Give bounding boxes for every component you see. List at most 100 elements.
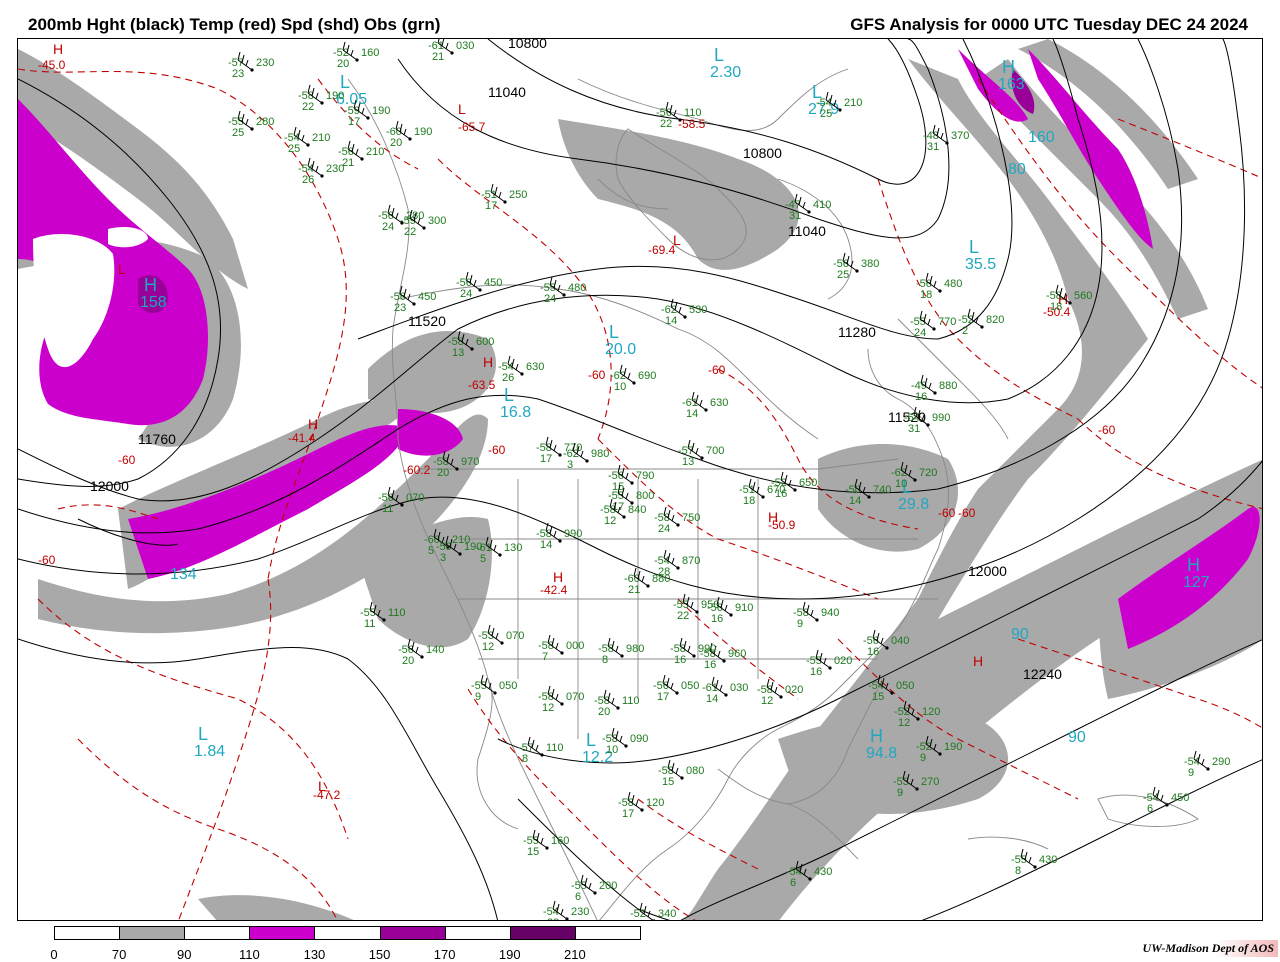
- station-height: 990: [932, 412, 950, 424]
- station-height: 970: [461, 456, 479, 468]
- station-dewpoint-depression: 23: [394, 302, 406, 314]
- height-contour-label: 12000: [90, 478, 129, 494]
- speed-center-value: 2.30: [710, 64, 741, 81]
- speed-center-value: 80: [1008, 161, 1026, 178]
- station-height: 190: [414, 126, 432, 138]
- station-plot: -6021880: [624, 567, 670, 596]
- station-plot: -5822190: [298, 84, 344, 113]
- station-height: 230: [326, 163, 344, 175]
- temperature-label: -65.7: [458, 120, 486, 134]
- station-dewpoint-depression: 16: [711, 613, 723, 625]
- station-height: 230: [256, 57, 274, 69]
- header: 200mb Hght (black) Temp (red) Spd (shd) …: [0, 0, 1280, 38]
- temperature-label: -60.2: [403, 463, 431, 477]
- speed-center-value: 163: [998, 76, 1025, 93]
- station-height: 050: [896, 680, 914, 692]
- speed-center-letter: L: [198, 724, 208, 744]
- station-dewpoint-depression: 3: [567, 459, 573, 471]
- station-dewpoint-depression: 24: [914, 327, 926, 339]
- weather-map: 10800 11040 10800 11040 11520 11280 11520 11760…: [17, 38, 1263, 921]
- temperature-label: -60: [708, 363, 726, 377]
- station-plot: -5814990: [536, 522, 582, 551]
- station-height: 190: [944, 741, 962, 753]
- speed-center-letter: L: [340, 72, 350, 92]
- station-height: 450: [1171, 792, 1189, 804]
- station-height: 690: [638, 370, 656, 382]
- station-plot: -5621210: [338, 140, 384, 169]
- station-dewpoint-depression: 9: [920, 752, 926, 764]
- station-dewpoint-depression: 22: [404, 226, 416, 238]
- station-dewpoint-depression: 25: [232, 127, 244, 139]
- station-dewpoint-depression: 16: [867, 646, 879, 658]
- station-height: 030: [456, 40, 474, 52]
- colorbar-segment: [379, 926, 446, 940]
- station-height: 080: [686, 765, 704, 777]
- station-height: 120: [646, 797, 664, 809]
- speed-shading-150-170: [138, 69, 1035, 314]
- station-height: 210: [312, 132, 330, 144]
- station-dewpoint-depression: 18: [743, 495, 755, 507]
- height-contour-label: 10800: [508, 39, 547, 51]
- station-dewpoint-depression: 26: [502, 372, 514, 384]
- temperature-extreme-marker: L: [673, 232, 681, 248]
- station-dewpoint-depression: 17: [657, 691, 669, 703]
- station-height: 480: [944, 278, 962, 290]
- station-dewpoint-depression: 22: [302, 101, 314, 113]
- station-height: 980: [591, 448, 609, 460]
- station-plot: -6121030: [428, 39, 474, 63]
- station-plot: -556200: [571, 874, 617, 903]
- station-dewpoint-depression: 14: [849, 495, 861, 507]
- station-plot: -6114030: [702, 676, 748, 705]
- station-dewpoint-depression: 24: [544, 293, 556, 305]
- colorbar-segment: [444, 926, 511, 940]
- station-dewpoint-depression: 21: [628, 584, 640, 596]
- station-height: 050: [499, 680, 517, 692]
- colorbar-segment: [314, 926, 381, 940]
- station-height: 910: [735, 602, 753, 614]
- station-plot: -5723230: [228, 51, 274, 80]
- station-dewpoint-depression: 12: [898, 717, 910, 729]
- station-height: 230: [571, 906, 589, 918]
- temperature-extreme-marker: H: [768, 509, 778, 525]
- station-dewpoint-depression: 24: [382, 221, 394, 233]
- colorbar-segment: [249, 926, 316, 940]
- station-height: 740: [873, 484, 891, 496]
- station-height: 020: [834, 655, 852, 667]
- station-dewpoint-depression: 11: [364, 618, 375, 630]
- station-height: 340: [658, 908, 676, 920]
- station-height: 790: [636, 470, 654, 482]
- station-plot: -5623450: [390, 285, 436, 314]
- station-height: 380: [861, 258, 879, 270]
- speed-center-value: 90: [1011, 626, 1029, 643]
- station-height: 290: [1212, 756, 1230, 768]
- station-dewpoint-depression: 10: [606, 744, 618, 756]
- station-dewpoint-depression: 8: [522, 753, 528, 765]
- station-dewpoint-depression: 23: [232, 68, 244, 80]
- temperature-label: -58.5: [678, 117, 706, 131]
- colorbar-segment: [119, 926, 186, 940]
- temperature-label: -60: [1098, 423, 1116, 437]
- station-dewpoint-depression: 15: [662, 776, 674, 788]
- station-plot: -5431990: [904, 406, 950, 435]
- station-plot: -5812070: [538, 685, 584, 714]
- station-height: 160: [551, 835, 569, 847]
- station-height: 430: [814, 866, 832, 878]
- station-dewpoint-depression: 12: [542, 702, 554, 714]
- station-plot: -5617050: [653, 674, 699, 703]
- station-height: 770: [938, 316, 956, 328]
- station-dewpoint-depression: 26: [302, 174, 314, 186]
- station-height: 800: [636, 490, 654, 502]
- station-plot: -5625380: [833, 252, 879, 281]
- station-plot: -588980: [598, 637, 644, 666]
- temperature-extreme-marker: H: [973, 653, 983, 669]
- station-plot: -5216650: [771, 471, 817, 500]
- station-dewpoint-depression: 31: [927, 141, 939, 153]
- station-plot: -5220160: [333, 41, 379, 70]
- colorbar-segment: [574, 926, 641, 940]
- station-dewpoint-depression: 17: [622, 808, 634, 820]
- station-plot: -6210690: [610, 364, 656, 393]
- station-height: 300: [428, 215, 446, 227]
- colorbar-segment: [54, 926, 121, 940]
- temperature-label: -60: [488, 443, 506, 457]
- station-dewpoint-depression: 20: [437, 467, 449, 479]
